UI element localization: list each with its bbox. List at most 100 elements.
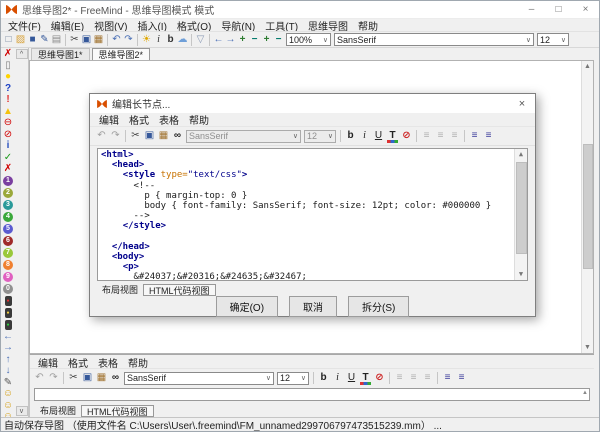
redo-icon[interactable]: ↷ bbox=[123, 33, 134, 47]
font-color-icon[interactable]: T bbox=[359, 371, 372, 385]
align-left-icon[interactable]: ≡ bbox=[420, 129, 433, 143]
trash-icon[interactable]: ▯ bbox=[1, 60, 15, 72]
cut-icon[interactable]: ✂ bbox=[129, 129, 142, 143]
priority-2-icon[interactable]: 2 bbox=[3, 188, 13, 198]
not-ok-icon[interactable]: ✗ bbox=[1, 163, 15, 175]
sidebar-scroll-down-button[interactable]: v bbox=[16, 406, 28, 416]
priority-9-icon[interactable]: 9 bbox=[3, 272, 13, 282]
priority-6-icon[interactable]: 6 bbox=[3, 236, 13, 246]
next-map-icon[interactable]: → bbox=[225, 33, 236, 47]
lightbulb-icon[interactable]: ☀ bbox=[141, 33, 152, 47]
font-color-icon[interactable]: T bbox=[386, 129, 399, 143]
open-map-icon[interactable]: ▨ bbox=[15, 33, 26, 47]
scroll-up-arrow-icon[interactable]: ▲ bbox=[582, 390, 588, 396]
smiley-1-icon[interactable]: ☺ bbox=[1, 388, 15, 400]
bullet-list-icon[interactable]: ≡ bbox=[441, 371, 454, 385]
note-font-select[interactable]: SansSerif ∨ bbox=[124, 372, 274, 385]
italic-icon[interactable]: i bbox=[358, 129, 371, 143]
dialog-font-size-select[interactable]: 12 ∨ bbox=[304, 130, 336, 143]
canvas-vertical-scrollbar[interactable]: ▲ ▼ bbox=[581, 61, 593, 353]
note-tab-html-view[interactable]: HTML代码视图 bbox=[81, 405, 154, 417]
minimize-button[interactable]: – bbox=[518, 1, 545, 18]
priority-3-icon[interactable]: 3 bbox=[3, 200, 13, 210]
dialog-tab-html-view[interactable]: HTML代码视图 bbox=[143, 284, 216, 296]
note-tab-layout-view[interactable]: 布局视图 bbox=[35, 405, 81, 417]
undo-icon[interactable]: ↶ bbox=[33, 371, 46, 385]
align-right-icon[interactable]: ≡ bbox=[448, 129, 461, 143]
scrollbar-thumb[interactable] bbox=[516, 162, 527, 254]
warning-icon[interactable]: ▲ bbox=[1, 106, 15, 118]
priority-1-icon[interactable]: 1 bbox=[3, 176, 13, 186]
align-center-icon[interactable]: ≡ bbox=[434, 129, 447, 143]
remove-last-icon[interactable]: ✗ bbox=[1, 48, 15, 60]
bullet-list-icon[interactable]: ≡ bbox=[468, 129, 481, 143]
copy-icon[interactable]: ▣ bbox=[143, 129, 156, 143]
prohibition-icon[interactable]: ⊘ bbox=[1, 129, 15, 141]
paste-icon[interactable]: ▦ bbox=[95, 371, 108, 385]
cloud-icon[interactable]: ☁ bbox=[177, 33, 188, 47]
cut-icon[interactable]: ✂ bbox=[69, 33, 80, 47]
bold-icon[interactable]: b bbox=[344, 129, 357, 143]
copy-icon[interactable]: ▣ bbox=[81, 371, 94, 385]
dialog-font-select[interactable]: SansSerif ∨ bbox=[186, 130, 301, 143]
save-map-icon[interactable]: ■ bbox=[27, 33, 38, 47]
dialog-menu-item-2[interactable]: 表格 bbox=[154, 112, 184, 127]
ok-button[interactable]: 确定(O) bbox=[216, 296, 278, 317]
sidebar-scroll-up-button[interactable]: ^ bbox=[16, 49, 28, 59]
zoom-out-icon[interactable]: − bbox=[249, 33, 260, 47]
bold-icon[interactable]: b bbox=[317, 371, 330, 385]
scroll-up-arrow-icon[interactable]: ▲ bbox=[584, 61, 591, 72]
stop-minus-icon[interactable]: ⊖ bbox=[1, 117, 15, 129]
numbered-list-icon[interactable]: ≡ bbox=[482, 129, 495, 143]
undo-icon[interactable]: ↶ bbox=[95, 129, 108, 143]
priority-8-icon[interactable]: 8 bbox=[3, 260, 13, 270]
cut-icon[interactable]: ✂ bbox=[67, 371, 80, 385]
dialog-menu-item-1[interactable]: 格式 bbox=[124, 112, 154, 127]
cancel-button[interactable]: 取消 bbox=[289, 296, 337, 317]
important-icon[interactable]: ! bbox=[1, 94, 15, 106]
pencil-icon[interactable]: ✎ bbox=[1, 377, 15, 389]
traffic-red-icon[interactable]: ● bbox=[5, 296, 12, 306]
traffic-green-icon[interactable]: ● bbox=[5, 320, 12, 330]
underline-icon[interactable]: U bbox=[345, 371, 358, 385]
scroll-down-arrow-icon[interactable]: ▼ bbox=[584, 342, 591, 353]
split-button[interactable]: 拆分(S) bbox=[348, 296, 409, 317]
tab-mindmap-2[interactable]: 思维导图2* bbox=[92, 48, 151, 60]
underline-icon[interactable]: U bbox=[372, 129, 385, 143]
print-icon[interactable]: ▤ bbox=[51, 33, 62, 47]
down-arrow-icon[interactable]: ↓ bbox=[1, 365, 15, 377]
dialog-tab-layout-view[interactable]: 布局视图 bbox=[97, 284, 143, 296]
priority-7-icon[interactable]: 7 bbox=[3, 248, 13, 258]
scroll-down-arrow-icon[interactable]: ▼ bbox=[519, 269, 523, 280]
previous-map-icon[interactable]: ← bbox=[213, 33, 224, 47]
idea-icon[interactable]: ● bbox=[1, 71, 15, 83]
help-icon[interactable]: ? bbox=[1, 83, 15, 95]
italic-icon[interactable]: i bbox=[331, 371, 344, 385]
scrollbar-thumb[interactable] bbox=[583, 144, 593, 269]
code-vertical-scrollbar[interactable]: ▲ ▼ bbox=[514, 149, 527, 280]
find-icon[interactable]: ∞ bbox=[171, 129, 184, 143]
find-icon[interactable]: ∞ bbox=[109, 371, 122, 385]
smiley-2-icon[interactable]: ☺ bbox=[1, 400, 15, 412]
redo-icon[interactable]: ↷ bbox=[47, 371, 60, 385]
html-code-editor[interactable]: ▲ ▼ <html> <head> <style type="text/css"… bbox=[97, 148, 528, 281]
copy-icon[interactable]: ▣ bbox=[81, 33, 92, 47]
up-arrow-icon[interactable]: ↑ bbox=[1, 354, 15, 366]
scroll-up-arrow-icon[interactable]: ▲ bbox=[519, 149, 523, 160]
italic-icon[interactable]: i bbox=[153, 33, 164, 47]
dialog-close-button[interactable]: × bbox=[513, 98, 531, 110]
yes-check-icon[interactable]: ✓ bbox=[1, 152, 15, 164]
align-right-icon[interactable]: ≡ bbox=[421, 371, 434, 385]
expand-icon[interactable]: + bbox=[261, 33, 272, 47]
remove-format-icon[interactable]: ⊘ bbox=[373, 371, 386, 385]
undo-icon[interactable]: ↶ bbox=[111, 33, 122, 47]
remove-format-icon[interactable]: ⊘ bbox=[400, 129, 413, 143]
traffic-yellow-icon[interactable]: ● bbox=[5, 308, 12, 318]
paste-icon[interactable]: ▦ bbox=[157, 129, 170, 143]
numbered-list-icon[interactable]: ≡ bbox=[455, 371, 468, 385]
font-size-select[interactable]: 12 ∨ bbox=[537, 33, 569, 46]
zoom-select[interactable]: 100% ∨ bbox=[286, 33, 331, 46]
dialog-menu-item-3[interactable]: 帮助 bbox=[184, 112, 214, 127]
close-button[interactable]: × bbox=[572, 1, 599, 18]
bold-icon[interactable]: b bbox=[165, 33, 176, 47]
